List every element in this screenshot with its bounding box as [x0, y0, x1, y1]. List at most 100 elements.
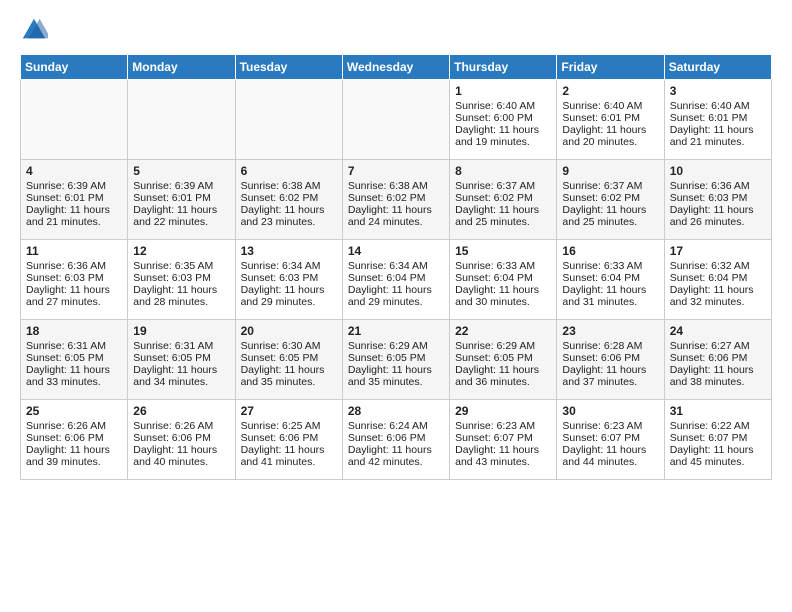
- cell-daylight: Daylight: 11 hours and 38 minutes.: [670, 364, 754, 388]
- calendar-table: SundayMondayTuesdayWednesdayThursdayFrid…: [20, 54, 772, 480]
- cell-sunrise: Sunrise: 6:37 AM: [455, 180, 535, 192]
- cell-sunrise: Sunrise: 6:33 AM: [562, 260, 642, 272]
- cell-day-number: 27: [241, 404, 337, 418]
- calendar-cell: 21Sunrise: 6:29 AMSunset: 6:05 PMDayligh…: [342, 320, 449, 400]
- calendar-cell: [342, 80, 449, 160]
- cell-day-number: 11: [26, 244, 122, 258]
- cell-sunrise: Sunrise: 6:26 AM: [26, 420, 106, 432]
- calendar-cell: 4Sunrise: 6:39 AMSunset: 6:01 PMDaylight…: [21, 160, 128, 240]
- cell-sunrise: Sunrise: 6:40 AM: [455, 100, 535, 112]
- week-row-3: 11Sunrise: 6:36 AMSunset: 6:03 PMDayligh…: [21, 240, 772, 320]
- calendar-cell: 27Sunrise: 6:25 AMSunset: 6:06 PMDayligh…: [235, 400, 342, 480]
- calendar-cell: [21, 80, 128, 160]
- cell-daylight: Daylight: 11 hours and 21 minutes.: [26, 204, 110, 228]
- calendar-cell: [235, 80, 342, 160]
- calendar-cell: 30Sunrise: 6:23 AMSunset: 6:07 PMDayligh…: [557, 400, 664, 480]
- cell-day-number: 4: [26, 164, 122, 178]
- cell-sunset: Sunset: 6:05 PM: [455, 352, 533, 364]
- calendar-cell: 3Sunrise: 6:40 AMSunset: 6:01 PMDaylight…: [664, 80, 771, 160]
- calendar-cell: 13Sunrise: 6:34 AMSunset: 6:03 PMDayligh…: [235, 240, 342, 320]
- cell-sunset: Sunset: 6:06 PM: [562, 352, 640, 364]
- cell-day-number: 21: [348, 324, 444, 338]
- cell-sunrise: Sunrise: 6:23 AM: [562, 420, 642, 432]
- cell-sunset: Sunset: 6:04 PM: [455, 272, 533, 284]
- cell-sunrise: Sunrise: 6:31 AM: [133, 340, 213, 352]
- cell-sunset: Sunset: 6:03 PM: [26, 272, 104, 284]
- cell-sunrise: Sunrise: 6:40 AM: [670, 100, 750, 112]
- calendar-cell: 1Sunrise: 6:40 AMSunset: 6:00 PMDaylight…: [450, 80, 557, 160]
- cell-day-number: 17: [670, 244, 766, 258]
- col-header-friday: Friday: [557, 55, 664, 80]
- cell-daylight: Daylight: 11 hours and 45 minutes.: [670, 444, 754, 468]
- week-row-5: 25Sunrise: 6:26 AMSunset: 6:06 PMDayligh…: [21, 400, 772, 480]
- cell-sunrise: Sunrise: 6:22 AM: [670, 420, 750, 432]
- cell-sunset: Sunset: 6:02 PM: [455, 192, 533, 204]
- cell-daylight: Daylight: 11 hours and 29 minutes.: [348, 284, 432, 308]
- cell-sunrise: Sunrise: 6:28 AM: [562, 340, 642, 352]
- calendar-cell: 6Sunrise: 6:38 AMSunset: 6:02 PMDaylight…: [235, 160, 342, 240]
- page: SundayMondayTuesdayWednesdayThursdayFrid…: [0, 0, 792, 496]
- cell-daylight: Daylight: 11 hours and 33 minutes.: [26, 364, 110, 388]
- cell-sunrise: Sunrise: 6:25 AM: [241, 420, 321, 432]
- cell-day-number: 16: [562, 244, 658, 258]
- cell-day-number: 19: [133, 324, 229, 338]
- cell-day-number: 15: [455, 244, 551, 258]
- cell-sunset: Sunset: 6:01 PM: [26, 192, 104, 204]
- cell-sunset: Sunset: 6:05 PM: [241, 352, 319, 364]
- calendar-cell: 5Sunrise: 6:39 AMSunset: 6:01 PMDaylight…: [128, 160, 235, 240]
- calendar-cell: 15Sunrise: 6:33 AMSunset: 6:04 PMDayligh…: [450, 240, 557, 320]
- cell-daylight: Daylight: 11 hours and 19 minutes.: [455, 124, 539, 148]
- cell-sunset: Sunset: 6:03 PM: [241, 272, 319, 284]
- calendar-cell: 26Sunrise: 6:26 AMSunset: 6:06 PMDayligh…: [128, 400, 235, 480]
- cell-day-number: 25: [26, 404, 122, 418]
- cell-day-number: 30: [562, 404, 658, 418]
- cell-daylight: Daylight: 11 hours and 40 minutes.: [133, 444, 217, 468]
- calendar-cell: 16Sunrise: 6:33 AMSunset: 6:04 PMDayligh…: [557, 240, 664, 320]
- calendar-cell: 17Sunrise: 6:32 AMSunset: 6:04 PMDayligh…: [664, 240, 771, 320]
- cell-sunset: Sunset: 6:04 PM: [670, 272, 748, 284]
- cell-sunrise: Sunrise: 6:34 AM: [348, 260, 428, 272]
- cell-daylight: Daylight: 11 hours and 41 minutes.: [241, 444, 325, 468]
- cell-sunset: Sunset: 6:06 PM: [670, 352, 748, 364]
- col-header-monday: Monday: [128, 55, 235, 80]
- cell-sunrise: Sunrise: 6:37 AM: [562, 180, 642, 192]
- week-row-4: 18Sunrise: 6:31 AMSunset: 6:05 PMDayligh…: [21, 320, 772, 400]
- cell-daylight: Daylight: 11 hours and 22 minutes.: [133, 204, 217, 228]
- cell-sunset: Sunset: 6:05 PM: [133, 352, 211, 364]
- cell-day-number: 28: [348, 404, 444, 418]
- cell-day-number: 26: [133, 404, 229, 418]
- calendar-cell: 22Sunrise: 6:29 AMSunset: 6:05 PMDayligh…: [450, 320, 557, 400]
- cell-day-number: 2: [562, 84, 658, 98]
- cell-sunrise: Sunrise: 6:34 AM: [241, 260, 321, 272]
- cell-day-number: 18: [26, 324, 122, 338]
- cell-day-number: 22: [455, 324, 551, 338]
- calendar-cell: 19 Sunrise: 6:31 AMSunset: 6:05 PMDayligh…: [128, 320, 235, 400]
- cell-daylight: Daylight: 11 hours and 42 minutes.: [348, 444, 432, 468]
- cell-sunset: Sunset: 6:04 PM: [562, 272, 640, 284]
- calendar-cell: 11Sunrise: 6:36 AMSunset: 6:03 PMDayligh…: [21, 240, 128, 320]
- calendar-cell: 28Sunrise: 6:24 AMSunset: 6:06 PMDayligh…: [342, 400, 449, 480]
- cell-daylight: Daylight: 11 hours and 21 minutes.: [670, 124, 754, 148]
- calendar-cell: 24Sunrise: 6:27 AMSunset: 6:06 PMDayligh…: [664, 320, 771, 400]
- col-header-thursday: Thursday: [450, 55, 557, 80]
- logo: [20, 16, 52, 44]
- cell-sunrise: Sunrise: 6:24 AM: [348, 420, 428, 432]
- cell-sunset: Sunset: 6:02 PM: [348, 192, 426, 204]
- week-row-2: 4Sunrise: 6:39 AMSunset: 6:01 PMDaylight…: [21, 160, 772, 240]
- cell-day-number: 7: [348, 164, 444, 178]
- cell-sunrise: Sunrise: 6:32 AM: [670, 260, 750, 272]
- cell-sunset: Sunset: 6:05 PM: [348, 352, 426, 364]
- cell-sunrise: Sunrise: 6:31 AM: [26, 340, 106, 352]
- calendar-cell: 23Sunrise: 6:28 AMSunset: 6:06 PMDayligh…: [557, 320, 664, 400]
- cell-sunset: Sunset: 6:05 PM: [26, 352, 104, 364]
- cell-daylight: Daylight: 11 hours and 34 minutes.: [133, 364, 217, 388]
- cell-daylight: Daylight: 11 hours and 39 minutes.: [26, 444, 110, 468]
- cell-daylight: Daylight: 11 hours and 20 minutes.: [562, 124, 646, 148]
- col-header-tuesday: Tuesday: [235, 55, 342, 80]
- cell-daylight: Daylight: 11 hours and 27 minutes.: [26, 284, 110, 308]
- cell-day-number: 10: [670, 164, 766, 178]
- header-row: SundayMondayTuesdayWednesdayThursdayFrid…: [21, 55, 772, 80]
- calendar-cell: 8Sunrise: 6:37 AMSunset: 6:02 PMDaylight…: [450, 160, 557, 240]
- calendar-cell: 20Sunrise: 6:30 AMSunset: 6:05 PMDayligh…: [235, 320, 342, 400]
- cell-daylight: Daylight: 11 hours and 28 minutes.: [133, 284, 217, 308]
